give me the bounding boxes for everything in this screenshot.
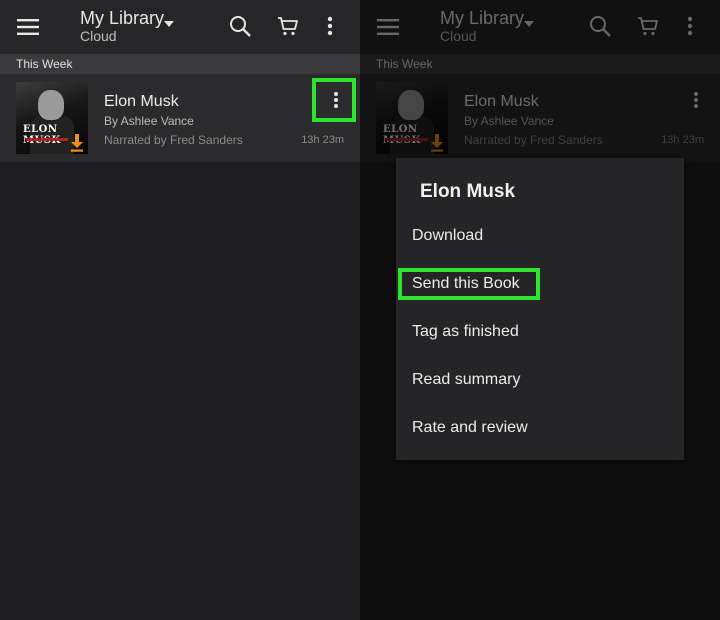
book-row[interactable]: ELON MUSK Elon Musk By Ashlee Vance Narr… xyxy=(0,74,360,162)
download-arrow-icon xyxy=(70,134,84,152)
menu-item-label: Download xyxy=(412,227,484,244)
page-subtitle: Cloud xyxy=(80,28,117,44)
menu-item-label: Rate and review xyxy=(412,419,528,436)
menu-item-read-summary[interactable]: Read summary xyxy=(396,358,684,402)
library-screen: My Library Cloud This Week ELON MUSK Elo… xyxy=(0,0,360,620)
section-label: This Week xyxy=(16,57,73,71)
menu-item-label: Read summary xyxy=(412,371,521,388)
book-context-menu: Elon Musk Download Send this Book Tag as… xyxy=(396,158,684,460)
menu-item-tag-finished[interactable]: Tag as finished xyxy=(396,310,684,354)
search-icon[interactable] xyxy=(224,10,256,42)
caret-down-icon xyxy=(164,21,174,27)
cover-stripe xyxy=(26,138,68,141)
menu-item-label: Send this Book xyxy=(412,275,520,292)
library-screen-with-menu: My Library Cloud This Week ELON MUSK Elo… xyxy=(360,0,720,620)
section-header: This Week xyxy=(0,54,360,74)
book-cover[interactable]: ELON MUSK xyxy=(16,82,88,154)
book-author: By Ashlee Vance xyxy=(104,114,194,128)
book-narrator: Narrated by Fred Sanders xyxy=(104,133,243,147)
book-title: Elon Musk xyxy=(104,93,179,110)
cover-face xyxy=(38,90,64,120)
context-menu-title: Elon Musk xyxy=(420,181,516,202)
hamburger-menu-icon[interactable] xyxy=(12,12,44,42)
cart-icon[interactable] xyxy=(272,10,304,42)
more-vertical-icon[interactable] xyxy=(314,10,346,42)
menu-item-rate-review[interactable]: Rate and review xyxy=(396,406,684,450)
page-title: My Library xyxy=(80,8,165,28)
library-title-dropdown[interactable]: My Library Cloud xyxy=(80,6,210,50)
menu-item-send-book[interactable]: Send this Book xyxy=(396,262,684,306)
app-bar: My Library Cloud xyxy=(0,0,360,54)
book-duration: 13h 23m xyxy=(301,134,344,146)
menu-item-label: Tag as finished xyxy=(412,323,519,340)
menu-item-download[interactable]: Download xyxy=(396,214,684,258)
book-more-options-icon[interactable] xyxy=(320,84,352,116)
